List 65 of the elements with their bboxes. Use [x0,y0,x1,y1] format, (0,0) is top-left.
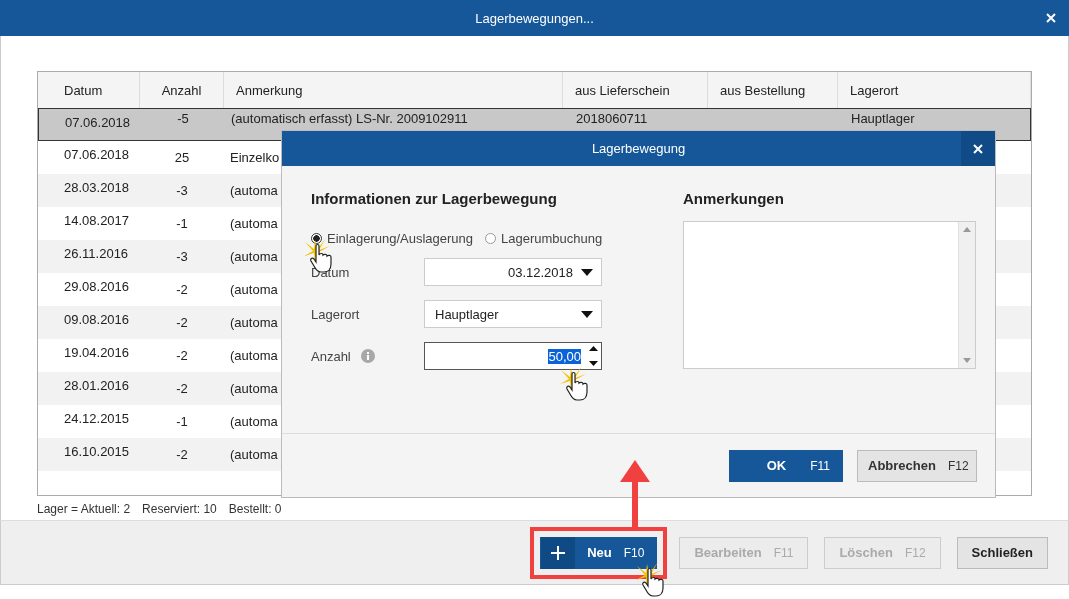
table-cell: (automa [230,381,278,396]
table-cell: (automa [230,447,278,462]
table-cell: 2018060711 [576,111,648,126]
field-label: Anzahl [311,348,351,364]
footer-button[interactable]: Schließen [956,536,1048,569]
table-cell: 07.06.2018 [64,147,130,162]
section-heading: Informationen zur Lagerbewegung [311,190,558,207]
caret-icon [581,310,593,318]
table-cell: 19.04.2016 [64,345,130,360]
table-cell: 09.08.2016 [64,312,130,327]
table-cell: 14.08.2017 [64,213,130,228]
table-cell: (automa [230,282,278,297]
table-cell: -1 [176,414,188,429]
table-cell: -3 [176,249,188,264]
close-icon [1046,13,1056,23]
table-cell: (automa [230,315,278,330]
radio-button[interactable] [485,233,496,244]
radio-label[interactable]: Einlagerung/Auslagerung [327,231,473,246]
dropdown-field[interactable]: Hauptlager [424,300,602,328]
table-cell: Hauptlager [851,111,915,126]
table-cell: -5 [177,111,189,126]
table-cell: Einzelko [230,150,280,165]
table-cell: 28.01.2016 [64,378,130,393]
table-cell: -2 [176,348,188,363]
field-label: Lagerort [311,306,360,322]
table-cell: (automa [230,216,278,231]
table-cell: 29.08.2016 [64,279,130,294]
scrollbar[interactable] [958,222,975,368]
scroll-up-icon [963,227,971,232]
window-title: Lagerbewegungen... [475,10,594,26]
scroll-down-icon [963,358,971,363]
table-cell: -3 [176,183,188,198]
table-cell: 28.03.2018 [64,180,130,195]
ok-button[interactable]: OK F11 [729,449,843,482]
table-cell: (automa [230,414,278,429]
table-cell: 07.06.2018 [65,115,131,130]
table-cell: -2 [176,381,188,396]
close-button[interactable] [961,131,995,166]
table-cell: 26.11.2016 [64,246,129,261]
table-cell: -2 [176,315,188,330]
table-cell: 24.12.2015 [64,411,130,426]
table-cell: 25 [174,150,190,165]
spinner-arrows-icon [589,346,598,366]
notes-field[interactable] [683,221,976,369]
table-cell: -2 [176,447,188,462]
close-icon [973,143,983,154]
status-text: Lager = Aktuell: 2 [37,502,131,516]
section-heading: Anmerkungen [683,190,785,207]
table-cell: (automa [230,348,278,363]
table-cell: (automatisch erfasst) LS-Nr. 2009102911 [231,111,468,126]
status-text: Bestellt: 0 [228,502,282,516]
new-button[interactable]: Neu F10 [540,536,658,569]
table-cell: (automa [230,249,278,264]
radio-label[interactable]: Lagerumbuchung [501,231,603,246]
table-cell: (automa [230,183,278,198]
dropdown-field[interactable]: 03.12.2018 [424,258,602,286]
table-cell: -2 [176,282,188,297]
table-cell: 16.10.2015 [64,444,130,459]
status-text: Reserviert: 10 [142,502,217,516]
caret-icon [581,268,593,276]
table-cell: -1 [176,216,188,231]
plus-icon [551,545,566,560]
dialog-title: Lagerbewegung [591,141,686,156]
number-field[interactable]: 50,00 [424,342,602,370]
cancel-button[interactable]: Abbrechen F12 [857,449,977,482]
